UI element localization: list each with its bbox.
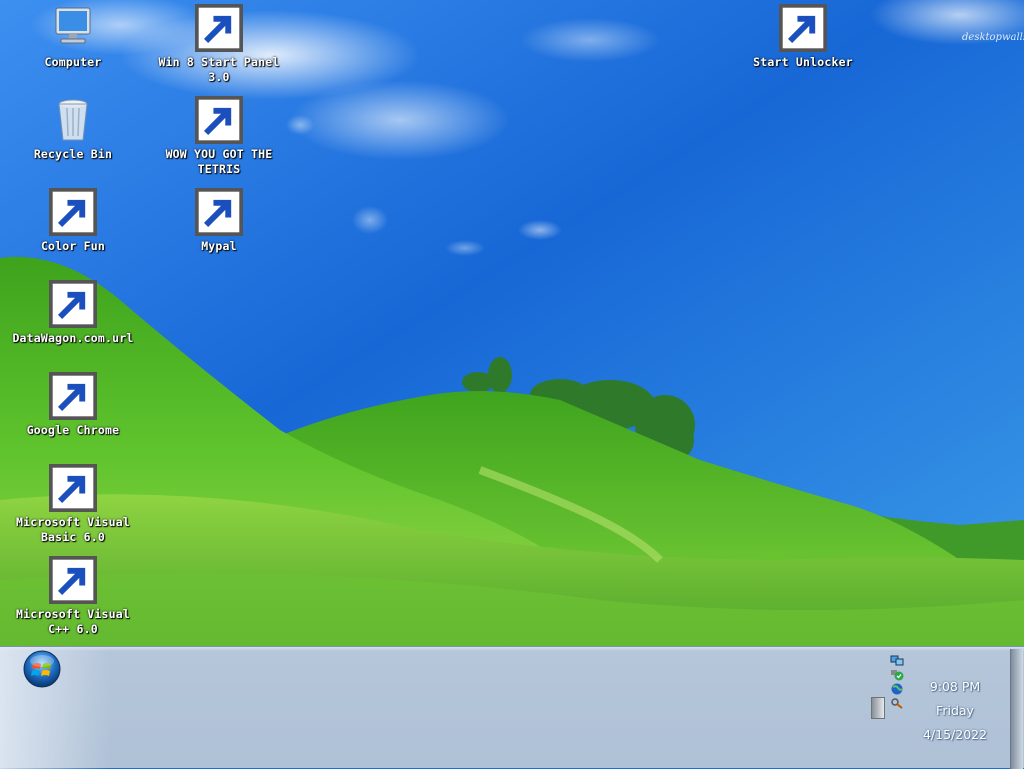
desktop-icon-label: WOW YOU GOT THE TETRIS <box>165 147 273 176</box>
shortcut-arrow-icon <box>49 372 97 420</box>
shortcut-arrow-icon <box>195 4 243 52</box>
clock-time: 9:08 PM <box>929 679 981 694</box>
desktop-icon-datawagon[interactable]: DataWagon.com.url <box>3 280 143 346</box>
notification-area <box>890 655 906 711</box>
shortcut-arrow-icon <box>49 464 97 512</box>
wallpaper-watermark: desktopwalls <box>962 32 1024 43</box>
shortcut-arrow-icon <box>195 188 243 236</box>
desktop-icon-label: Recycle Bin <box>33 147 113 161</box>
desktop-icon-label: Google Chrome <box>26 423 120 437</box>
shortcut-arrow-icon <box>195 96 243 144</box>
desktop-icon-label: Microsoft Visual C++ 6.0 <box>16 607 130 636</box>
taskbar-edge <box>1010 649 1023 769</box>
system-clock[interactable]: 9:08 PM Friday 4/15/2022 <box>912 675 998 747</box>
search-key-icon[interactable] <box>890 697 904 709</box>
desktop-icon-computer[interactable]: Computer <box>3 4 143 70</box>
desktop-icon-win8-start-panel[interactable]: Win 8 Start Panel 3.0 <box>149 4 289 85</box>
desktop-icon-google-chrome[interactable]: Google Chrome <box>3 372 143 438</box>
network-icon[interactable] <box>890 655 904 667</box>
desktop-icon-mypal[interactable]: Mypal <box>149 188 289 254</box>
security-shield-icon[interactable] <box>890 669 904 681</box>
desktop-icon-label: Win 8 Start Panel 3.0 <box>158 55 280 84</box>
desktop-icon-label: DataWagon.com.url <box>12 331 134 345</box>
show-desktop-button[interactable] <box>871 697 885 719</box>
desktop-icon-visual-cpp[interactable]: Microsoft Visual C++ 6.0 <box>3 556 143 637</box>
start-button[interactable] <box>23 650 61 688</box>
shortcut-arrow-icon <box>779 4 827 52</box>
desktop-icon-label: Mypal <box>201 239 237 253</box>
taskbar: 9:08 PM Friday 4/15/2022 <box>0 646 1024 769</box>
clock-day: Friday <box>936 703 974 718</box>
desktop-icon-label: Start Unlocker <box>753 55 853 69</box>
shortcut-arrow-icon <box>49 280 97 328</box>
desktop-icon-recycle-bin[interactable]: Recycle Bin <box>3 96 143 162</box>
desktop-icon-label: Microsoft Visual Basic 6.0 <box>16 515 130 544</box>
recycle-bin-icon <box>58 99 88 141</box>
desktop-icon-visual-basic[interactable]: 32 Microsoft Visual Basic 6.0 <box>3 464 143 545</box>
desktop-icon-label: Computer <box>44 55 102 69</box>
desktop-icon-color-fun[interactable]: Color Fun <box>3 188 143 254</box>
globe-icon[interactable] <box>890 683 904 695</box>
shortcut-arrow-icon <box>49 188 97 236</box>
desktop-icon-tetris[interactable]: WOW YOU GOT THE TETRIS <box>149 96 289 177</box>
windows-orb-icon <box>23 650 61 688</box>
desktop-icon-start-unlocker[interactable]: Start Unlocker <box>733 4 873 70</box>
computer-icon <box>55 7 91 44</box>
shortcut-arrow-icon <box>49 556 97 604</box>
desktop-icon-label: Color Fun <box>40 239 106 253</box>
clock-date: 4/15/2022 <box>922 727 988 742</box>
